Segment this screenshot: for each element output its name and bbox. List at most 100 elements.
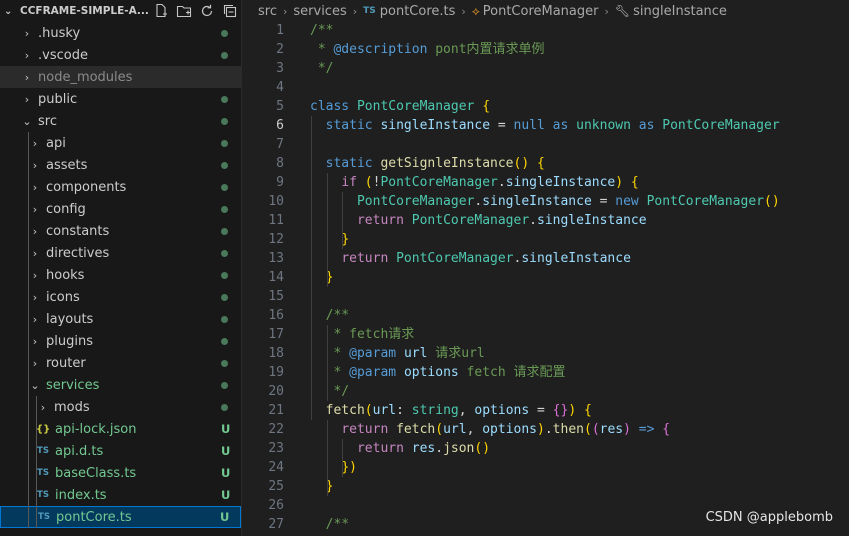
tree-folder-vscode[interactable]: › .vscode xyxy=(0,44,241,66)
chevron-right-icon[interactable]: › xyxy=(20,93,34,106)
chevron-down-icon[interactable]: ⌄ xyxy=(4,6,16,17)
chevron-right-icon[interactable]: › xyxy=(28,137,42,150)
code-line[interactable]: 11 return PontCoreManager.singleInstance xyxy=(242,211,849,230)
workspace-title[interactable]: CCFRAME-SIMPLE-A... xyxy=(20,5,148,17)
chevron-right-icon[interactable]: › xyxy=(28,269,42,282)
code-line[interactable]: 2 * @description pont内置请求单例 xyxy=(242,40,849,59)
tree-folder-constants[interactable]: › constants xyxy=(0,220,241,242)
chevron-down-icon[interactable]: ⌄ xyxy=(20,115,34,128)
code-text: PontCoreManager.singleInstance = new Pon… xyxy=(356,194,780,209)
explorer-header[interactable]: ⌄ CCFRAME-SIMPLE-A... xyxy=(0,0,241,22)
code-line[interactable]: 25 } xyxy=(242,477,849,496)
tree-item-label: .husky xyxy=(38,25,81,41)
code-line[interactable]: 7 xyxy=(242,135,849,154)
git-status-dot xyxy=(221,293,228,301)
tree-folder-public[interactable]: › public xyxy=(0,88,241,110)
new-folder-icon[interactable] xyxy=(176,3,192,19)
line-number: 25 xyxy=(268,479,284,494)
breadcrumb-services[interactable]: services xyxy=(293,4,346,19)
line-number: 15 xyxy=(268,289,284,304)
tree-folder-directives[interactable]: › directives xyxy=(0,242,241,264)
code-line[interactable]: 14 } xyxy=(242,268,849,287)
code-line[interactable]: 24 }) xyxy=(242,458,849,477)
chevron-right-icon[interactable]: › xyxy=(28,159,42,172)
chevron-right-icon[interactable]: › xyxy=(20,27,34,40)
breadcrumb-file[interactable]: pontCore.ts xyxy=(380,4,456,19)
chevron-right-icon[interactable]: › xyxy=(20,49,34,62)
code-line[interactable]: 1 /** xyxy=(242,21,849,40)
code-line[interactable]: 22 return fetch(url, options).then((res)… xyxy=(242,420,849,439)
git-status-dot xyxy=(221,315,228,323)
new-file-icon[interactable] xyxy=(153,3,169,19)
chevron-right-icon[interactable]: › xyxy=(28,225,42,238)
git-untracked-badge: U xyxy=(221,466,231,480)
line-number: 13 xyxy=(268,251,284,266)
tree-folder-config[interactable]: › config xyxy=(0,198,241,220)
line-number: 20 xyxy=(268,384,284,399)
refresh-icon[interactable] xyxy=(199,3,215,19)
tree-folder-husky[interactable]: › .husky xyxy=(0,22,241,44)
code-text: /** xyxy=(310,23,334,38)
code-line[interactable]: 18 * @param url 请求url xyxy=(242,344,849,363)
code-line[interactable]: 10 PontCoreManager.singleInstance = new … xyxy=(242,192,849,211)
code-line[interactable]: 8 static getSignleInstance() { xyxy=(242,154,849,173)
watermark: CSDN @applebomb xyxy=(705,510,833,525)
tree-folder-node-modules[interactable]: › node_modules xyxy=(0,66,241,88)
code-line[interactable]: 12 } xyxy=(242,230,849,249)
chevron-right-icon: › xyxy=(282,4,288,18)
indent-guide xyxy=(36,396,37,528)
tree-item-label: plugins xyxy=(46,333,93,349)
code-line[interactable]: 19 * @param options fetch 请求配置 xyxy=(242,363,849,382)
chevron-right-icon[interactable]: › xyxy=(28,203,42,216)
breadcrumb-class[interactable]: PontCoreManager xyxy=(483,4,599,19)
chevron-right-icon[interactable]: › xyxy=(28,313,42,326)
code-line[interactable]: 23 return res.json() xyxy=(242,439,849,458)
breadcrumb-member[interactable]: singleInstance xyxy=(633,4,727,19)
code-line[interactable]: 20 */ xyxy=(242,382,849,401)
git-status-dot xyxy=(221,205,228,213)
tree-item-label: icons xyxy=(46,289,80,305)
chevron-right-icon[interactable]: › xyxy=(28,335,42,348)
code-line[interactable]: 16 /** xyxy=(242,306,849,325)
code-line[interactable]: 4 xyxy=(242,78,849,97)
code-text: return PontCoreManager.singleInstance xyxy=(356,213,647,228)
chevron-right-icon[interactable]: › xyxy=(28,357,42,370)
code-line[interactable]: 13 return PontCoreManager.singleInstance xyxy=(242,249,849,268)
chevron-right-icon[interactable]: › xyxy=(28,247,42,260)
code-line[interactable]: 3 */ xyxy=(242,59,849,78)
code-line[interactable]: 17 * fetch请求 xyxy=(242,325,849,344)
tree-folder-components[interactable]: › components xyxy=(0,176,241,198)
chevron-right-icon[interactable]: › xyxy=(28,181,42,194)
code-text: */ xyxy=(310,384,350,399)
code-text: if (!PontCoreManager.singleInstance) { xyxy=(341,175,639,190)
code-line[interactable]: 21 fetch(url: string, options = {}) { xyxy=(242,401,849,420)
tree-item-label: api.d.ts xyxy=(55,443,104,459)
git-status-dot xyxy=(221,139,228,147)
tree-folder-hooks[interactable]: › hooks xyxy=(0,264,241,286)
tree-folder-assets[interactable]: › assets xyxy=(0,154,241,176)
indent-guide xyxy=(342,439,344,477)
tree-folder-plugins[interactable]: › plugins xyxy=(0,330,241,352)
tree-folder-layouts[interactable]: › layouts xyxy=(0,308,241,330)
tree-item-label: directives xyxy=(46,245,110,261)
chevron-right-icon[interactable]: › xyxy=(36,401,50,414)
chevron-right-icon[interactable]: › xyxy=(28,291,42,304)
tree-folder-router[interactable]: › router xyxy=(0,352,241,374)
code-line[interactable]: 6 static singleInstance = null as unknow… xyxy=(242,116,849,135)
code-line[interactable]: 9 if (!PontCoreManager.singleInstance) { xyxy=(242,173,849,192)
tree-folder-api[interactable]: › api xyxy=(0,132,241,154)
tree-folder-icons[interactable]: › icons xyxy=(0,286,241,308)
collapse-all-icon[interactable] xyxy=(222,3,238,19)
tree-folder-services[interactable]: ⌄ services xyxy=(0,374,241,396)
code-line[interactable]: 5 class PontCoreManager { xyxy=(242,97,849,116)
git-status-dot xyxy=(221,337,228,345)
code-line[interactable]: 15 xyxy=(242,287,849,306)
breadcrumb-src[interactable]: src xyxy=(258,4,277,19)
tree-item-label: services xyxy=(46,377,100,393)
chevron-right-icon[interactable]: › xyxy=(20,71,34,84)
code-text: /** xyxy=(310,517,350,532)
chevron-down-icon[interactable]: ⌄ xyxy=(28,379,42,392)
tree-item-label: components xyxy=(46,179,127,195)
tree-folder-src[interactable]: ⌄ src xyxy=(0,110,241,132)
line-number: 10 xyxy=(268,194,284,209)
